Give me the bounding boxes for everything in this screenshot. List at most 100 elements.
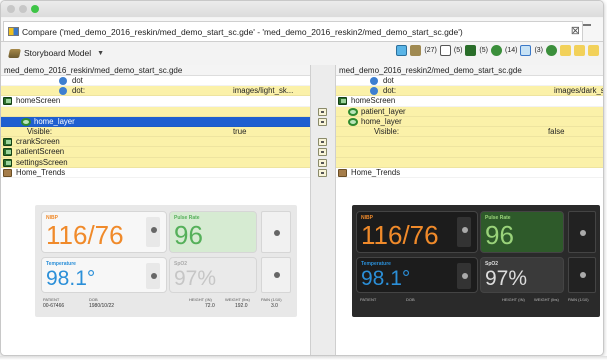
tree-row[interactable]: home_layer [1,116,310,127]
previous-difference-icon[interactable] [574,45,585,56]
temperature-value: 98.1° [361,267,411,290]
tree-row[interactable]: dot: images/dark_s... [336,86,603,97]
temperature-alarm-button[interactable] [146,263,160,289]
compare-toolbar: Storyboard Model ▼ (27) (5) (5) (14) (3) [1,43,603,63]
tree-row[interactable] [336,137,603,148]
chevron-down-icon[interactable]: ▼ [97,50,104,57]
title-bar [1,1,603,17]
height-label: HEIGHT (IN) [189,297,212,302]
storyboard-icon [8,48,21,58]
spo2-alarm-button[interactable] [261,257,291,293]
gutter-row [311,147,335,157]
tree-row[interactable] [336,157,603,168]
screen-icon [3,97,12,106]
tree-row[interactable]: Home_Trends [1,168,310,178]
dot-icon [59,77,67,85]
gutter-row [311,168,335,178]
tree-row-label: dot: [72,86,86,96]
pulse-card: Pulse Rate 96 [169,211,257,253]
nibp-alarm-button[interactable] [457,217,471,247]
copy-change-button[interactable] [318,158,327,167]
copy-change-button[interactable] [318,107,327,116]
pulse-alarm-button[interactable] [568,211,596,253]
storyboard-filter-icon[interactable] [410,45,422,56]
close-tab-icon[interactable]: ⊠ [571,24,580,37]
control-filter-icon[interactable] [520,45,532,56]
tree-row[interactable]: dot [336,76,603,87]
temperature-card: Temperature 98.1° [356,257,478,293]
screen-icon [3,158,12,167]
dot-icon [370,77,378,85]
filter-count: (5) [479,47,488,54]
pain-label: PAIN (1/10) [568,297,589,302]
editor-tab-bar: Compare ('med_demo_2016_reskin/med_demo_… [1,18,603,42]
weight-value: 192.0 [235,303,248,309]
spo2-value: 97% [174,267,217,290]
show-all-icon[interactable] [396,45,408,56]
tree-row-label: Home_Trends [351,167,401,177]
tree-row-value: true [233,126,247,136]
tree-row[interactable]: homeScreen [1,96,310,107]
model-selector-label[interactable]: Storyboard Model [24,48,91,58]
toolbar-tools: (27) (5) (5) (14) (3) [396,45,599,56]
tree-row[interactable]: Home_Trends [336,167,603,178]
tree-row-label: crankScreen [16,137,60,147]
gutter-row [311,107,335,117]
minimize-view-icon[interactable] [581,21,593,29]
gutter-row [311,117,335,127]
close-window-button[interactable] [7,5,15,13]
tree-row-label: patient_layer [361,106,406,116]
spo2-alarm-button[interactable] [568,257,596,293]
compare-window: Compare ('med_demo_2016_reskin/med_demo_… [0,0,604,356]
compare-tab[interactable]: Compare ('med_demo_2016_reskin/med_demo_… [3,21,583,41]
tree-row[interactable]: Visible: true [1,126,310,138]
tree-row[interactable]: patient_layer [336,106,603,117]
diff-filter-icon[interactable] [546,45,557,56]
application-filter-icon[interactable] [439,45,451,56]
tree-row[interactable]: settingsScreen [1,157,310,168]
layer-filter-icon[interactable] [490,45,502,56]
tree-row[interactable]: patientScreen [1,147,310,158]
gutter-row [311,96,335,106]
gutter-row [311,127,335,137]
spo2-card: SpO2 97% [480,257,564,293]
nibp-value: 116/76 [46,220,124,250]
tree-row[interactable]: homeScreen [336,96,603,107]
tree-row-value: images/light_sk... [233,86,294,96]
zoom-window-button[interactable] [31,5,39,13]
screen-filter-icon[interactable] [465,45,477,56]
diff-gutter [311,65,335,355]
dob-label: DOB [89,297,98,302]
tree-row[interactable]: crankScreen [1,137,310,148]
tree-row-label: homeScreen [16,96,61,106]
nibp-alarm-button[interactable] [146,217,160,247]
pain-value: 3.0 [271,303,278,309]
copy-to-right-icon[interactable] [588,45,599,56]
copy-change-button[interactable] [318,117,327,126]
tree-row[interactable] [1,106,310,117]
temperature-value: 98.1° [46,267,96,290]
temperature-alarm-button[interactable] [457,263,471,289]
tree-row[interactable]: Visible: false [336,126,603,138]
tree-row[interactable]: dot [1,76,310,87]
tree-row[interactable]: home_layer [336,116,603,127]
copy-change-button[interactable] [318,168,327,177]
patient-label: PATIENT [43,297,60,302]
pulse-value: 96 [174,220,203,250]
tree-row[interactable] [336,147,603,158]
right-file-header: med_demo_2016_reskin2/med_demo_start_sc.… [336,65,603,76]
copy-change-button[interactable] [318,148,327,157]
right-compare-pane: med_demo_2016_reskin2/med_demo_start_sc.… [335,65,603,355]
tree-row-value: images/dark_s... [554,86,603,96]
copy-change-button[interactable] [318,138,327,147]
minimize-window-button[interactable] [19,5,27,13]
left-tree: dot dot: images/light_sk... homeScreen home_… [1,76,310,178]
tree-row-label: home_layer [34,116,75,126]
height-label: HEIGHT (IN) [502,297,525,302]
pulse-value: 96 [485,220,514,250]
gutter-header [311,65,335,76]
pulse-alarm-button[interactable] [261,211,291,253]
window-shadow [0,356,607,360]
tree-row[interactable]: dot: images/light_sk... [1,86,310,97]
next-difference-icon[interactable] [560,45,571,56]
